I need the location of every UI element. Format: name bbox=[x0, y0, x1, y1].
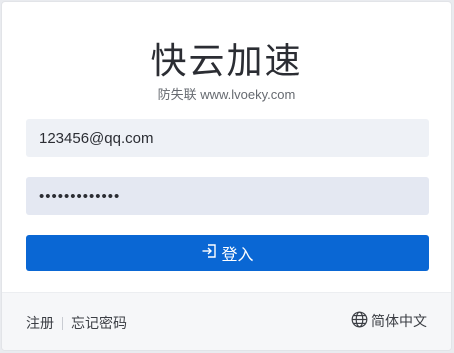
language-selector[interactable]: 简体中文 bbox=[351, 311, 427, 331]
footer: 注册 忘记密码 简体中文 bbox=[2, 292, 451, 350]
link-divider bbox=[62, 316, 63, 330]
login-button-label: 登入 bbox=[221, 247, 254, 264]
login-card: 快云加速 防失联 www.lvoeky.com 登入 注册 忘记密码 bbox=[1, 1, 452, 351]
app-subtitle: 防失联 www.lvoeky.com bbox=[157, 87, 296, 102]
forgot-password-link[interactable]: 忘记密码 bbox=[71, 313, 127, 333]
app-title: 快云加速 bbox=[150, 41, 303, 82]
globe-icon bbox=[351, 311, 371, 331]
login-icon bbox=[201, 243, 221, 264]
login-button[interactable]: 登入 bbox=[26, 235, 429, 271]
email-field[interactable] bbox=[26, 119, 429, 157]
password-field[interactable] bbox=[26, 177, 429, 215]
language-label: 简体中文 bbox=[371, 313, 427, 329]
footer-links: 注册 忘记密码 bbox=[26, 313, 127, 333]
register-link[interactable]: 注册 bbox=[26, 313, 54, 333]
